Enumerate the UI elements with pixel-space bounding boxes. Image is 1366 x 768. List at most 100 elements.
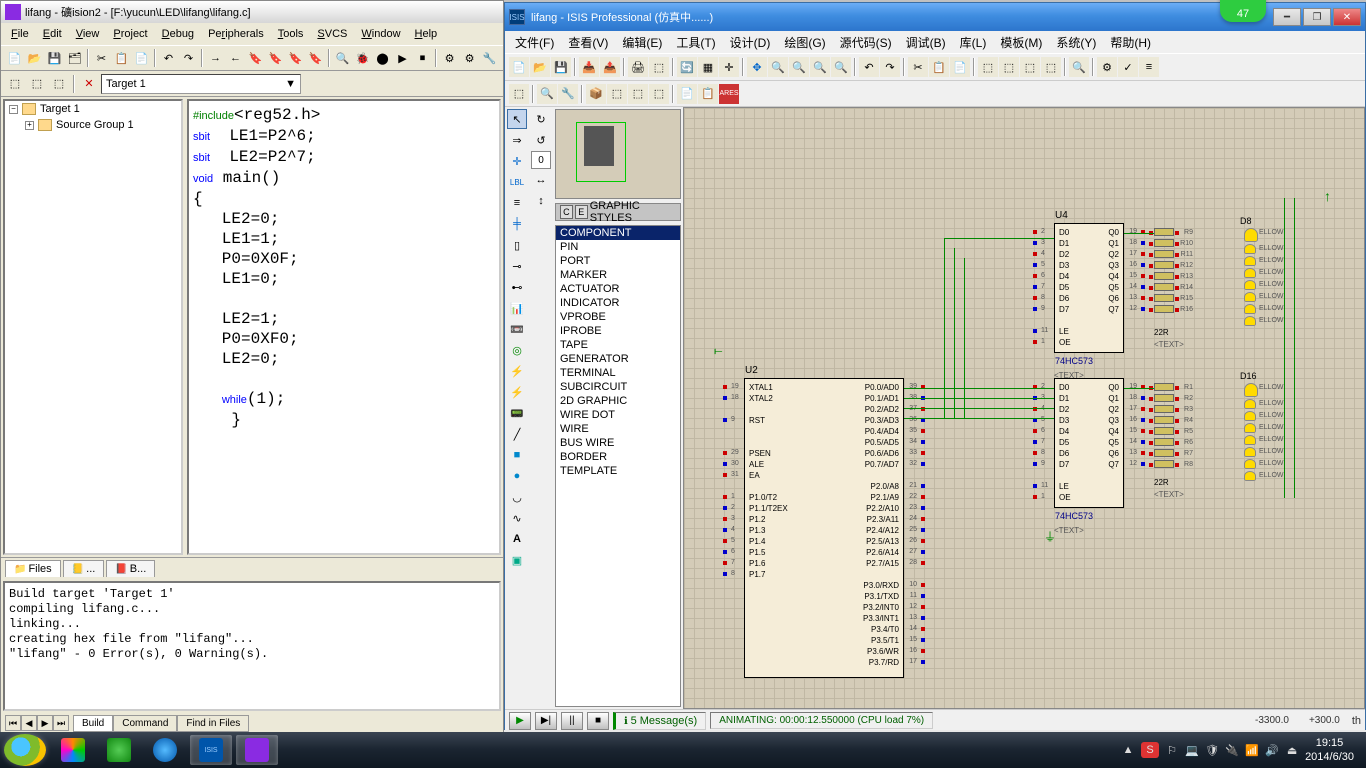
task-keil[interactable] xyxy=(236,735,278,765)
build-icon[interactable]: ⚙ xyxy=(440,48,459,68)
pin-tool-icon[interactable]: ⊷ xyxy=(507,277,527,297)
picker-item-subcircuit[interactable]: SUBCIRCUIT xyxy=(556,380,680,394)
sim-pause-button[interactable]: || xyxy=(561,712,583,730)
open-icon[interactable]: 📂 xyxy=(530,57,550,77)
decompose-icon[interactable]: ⬚ xyxy=(607,84,627,104)
component-u-latch2[interactable]: 74HC573 D02D13D24D35D46D57D68D79LE11OE1Q… xyxy=(1054,378,1124,508)
build-output[interactable]: Build target 'Target 1' compiling lifang… xyxy=(3,581,501,711)
tree-root[interactable]: − Target 1 xyxy=(5,101,181,117)
ground-symbol[interactable]: ⏚ xyxy=(1044,528,1056,545)
redo-icon[interactable]: ↷ xyxy=(179,48,198,68)
save-icon[interactable]: 💾 xyxy=(45,48,64,68)
outdent-icon[interactable]: ← xyxy=(226,48,245,68)
picker-item-template[interactable]: TEMPLATE xyxy=(556,464,680,478)
block-move-icon[interactable]: ⬚ xyxy=(999,57,1019,77)
circle-tool-icon[interactable]: ● xyxy=(507,466,527,486)
nav-last-icon[interactable]: ⏭ xyxy=(53,715,69,731)
status-messages[interactable]: ℹ 5 Message(s) xyxy=(613,712,706,730)
current-probe-icon[interactable]: ⚡ xyxy=(507,382,527,402)
proteus-menu-item-9[interactable]: 模板(M) xyxy=(994,32,1048,53)
task-app-1[interactable] xyxy=(52,735,94,765)
minimize-button[interactable]: ━ xyxy=(1273,8,1301,26)
maximize-button[interactable]: ❐ xyxy=(1303,8,1331,26)
proteus-menu-item-11[interactable]: 帮助(H) xyxy=(1104,32,1157,53)
tab-files[interactable]: 📁 Files xyxy=(5,560,61,577)
component-u4[interactable]: U4 74HC573 D02D13D24D35D46D57D68D79LE11O… xyxy=(1054,223,1124,353)
schematic-canvas[interactable]: U2 XTAL119XTAL218RST9PSEN29ALE30EA31P1.0… xyxy=(683,107,1365,709)
paste-icon[interactable]: 📄 xyxy=(132,48,151,68)
ares-icon[interactable]: ARES xyxy=(719,84,739,104)
terminal-tool-icon[interactable]: ⊸ xyxy=(507,256,527,276)
bookmark-clear-icon[interactable]: 🔖 xyxy=(306,48,325,68)
keil-menu-peripherals[interactable]: Peripherals xyxy=(202,26,270,42)
label-tool-icon[interactable]: LBL xyxy=(507,172,527,192)
undo-icon[interactable]: ↶ xyxy=(159,48,178,68)
task-app-2[interactable] xyxy=(98,735,140,765)
tree-child[interactable]: + Source Group 1 xyxy=(5,117,181,133)
rotate-ccw-icon[interactable]: ↺ xyxy=(531,130,551,150)
picker-item-marker[interactable]: MARKER xyxy=(556,268,680,282)
save-all-icon[interactable]: 🗂 xyxy=(65,48,84,68)
origin-icon[interactable]: ✛ xyxy=(719,57,739,77)
path-tool-icon[interactable]: ∿ xyxy=(507,508,527,528)
start-button[interactable] xyxy=(4,734,46,766)
power-symbol[interactable]: ↑ xyxy=(1324,188,1331,204)
block-copy-icon[interactable]: ⬚ xyxy=(978,57,998,77)
tape-tool-icon[interactable]: 📼 xyxy=(507,319,527,339)
junction-tool-icon[interactable]: ✛ xyxy=(507,151,527,171)
picker-item-terminal[interactable]: TERMINAL xyxy=(556,366,680,380)
component-tool-icon[interactable]: ⇒ xyxy=(507,130,527,150)
package-icon[interactable]: 📦 xyxy=(586,84,606,104)
build-tab-command[interactable]: Command xyxy=(113,715,177,732)
keil-menu-file[interactable]: File xyxy=(5,26,35,42)
debug-icon[interactable]: 🐞 xyxy=(353,48,372,68)
property-icon[interactable]: 🔧 xyxy=(558,84,578,104)
translate-icon[interactable]: ⬚ xyxy=(5,74,25,94)
nav-prev-icon[interactable]: ◀ xyxy=(21,715,37,731)
resistor-bank-top[interactable]: R9R10R11R12R13R14R15R16 xyxy=(1154,228,1174,316)
tray-network-icon[interactable]: 💻 xyxy=(1185,743,1199,757)
copy-icon[interactable]: 📋 xyxy=(929,57,949,77)
target-options-icon[interactable]: ✕ xyxy=(79,74,99,94)
component-u2[interactable]: U2 XTAL119XTAL218RST9PSEN29ALE30EA31P1.0… xyxy=(744,378,904,678)
sim-play-button[interactable]: ▶ xyxy=(509,712,531,730)
proteus-menu-item-0[interactable]: 文件(F) xyxy=(509,32,560,53)
arc-tool-icon[interactable]: ◡ xyxy=(507,487,527,507)
build-target-icon[interactable]: ⬚ xyxy=(27,74,47,94)
tray-show-hidden-icon[interactable]: ▲ xyxy=(1121,743,1135,757)
text-2d-icon[interactable]: A xyxy=(507,529,527,549)
open-file-icon[interactable]: 📂 xyxy=(25,48,44,68)
picker-item-actuator[interactable]: ACTUATOR xyxy=(556,282,680,296)
make-device-icon[interactable]: ⬚ xyxy=(628,84,648,104)
generator-tool-icon[interactable]: ◎ xyxy=(507,340,527,360)
tab-regs[interactable]: 📒 ... xyxy=(63,560,105,577)
picker-e-button[interactable]: E xyxy=(575,205,588,219)
bookmark-next-icon[interactable]: 🔖 xyxy=(266,48,285,68)
cut-icon[interactable]: ✂ xyxy=(92,48,111,68)
sheet-icon[interactable]: 📄 xyxy=(677,84,697,104)
sim-stop-button[interactable]: ■ xyxy=(587,712,609,730)
tray-signal-icon[interactable]: 📶 xyxy=(1245,743,1259,757)
task-ie[interactable] xyxy=(144,735,186,765)
expand-icon[interactable]: + xyxy=(25,121,34,130)
proteus-menu-item-1[interactable]: 查看(V) xyxy=(562,32,614,53)
keil-menu-help[interactable]: Help xyxy=(409,26,444,42)
proteus-menu-item-10[interactable]: 系统(Y) xyxy=(1050,32,1102,53)
new-file-icon[interactable]: 📄 xyxy=(5,48,24,68)
proteus-menu-item-5[interactable]: 绘图(G) xyxy=(778,32,831,53)
bookmark-prev-icon[interactable]: 🔖 xyxy=(286,48,305,68)
keil-menu-edit[interactable]: Edit xyxy=(37,26,68,42)
make-symbol-icon[interactable]: ⬚ xyxy=(649,84,669,104)
picker-list[interactable]: COMPONENTPINPORTMARKERACTUATORINDICATORV… xyxy=(555,225,681,707)
tray-shield-icon[interactable]: 🛡 xyxy=(1205,743,1219,757)
design-explorer-icon[interactable]: 📋 xyxy=(698,84,718,104)
keil-menu-svcs[interactable]: SVCS xyxy=(311,26,353,42)
build-tab-find[interactable]: Find in Files xyxy=(177,715,249,732)
line-tool-icon[interactable]: ╱ xyxy=(507,424,527,444)
text-tool-icon[interactable]: ≡ xyxy=(507,193,527,213)
indent-icon[interactable]: → xyxy=(206,48,225,68)
bus-tool-icon[interactable]: ╪ xyxy=(507,214,527,234)
zoom-in-icon[interactable]: 🔍 xyxy=(768,57,788,77)
keil-menu-debug[interactable]: Debug xyxy=(156,26,200,42)
picker-c-button[interactable]: C xyxy=(560,205,573,219)
